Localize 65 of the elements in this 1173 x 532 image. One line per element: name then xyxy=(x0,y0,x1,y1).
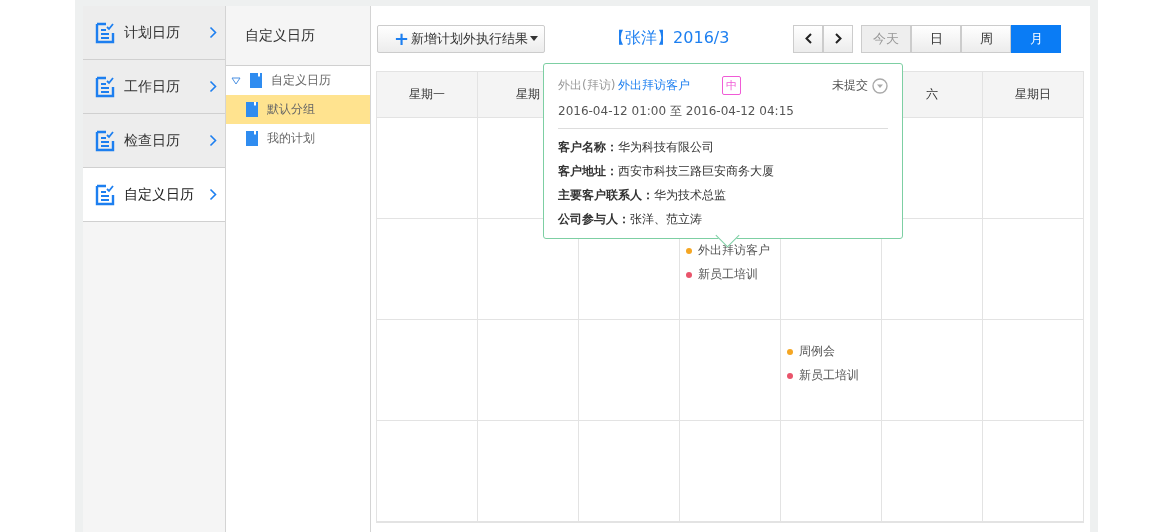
checklist-icon xyxy=(95,183,115,206)
caret-icon xyxy=(530,36,539,41)
calendar-title: 【张洋】2016/3 xyxy=(609,28,731,49)
chevron-left-icon xyxy=(804,33,812,44)
chevron-right-icon xyxy=(834,33,842,44)
calendar-day-cell[interactable] xyxy=(377,118,478,219)
checklist-icon xyxy=(95,75,115,98)
tree-item[interactable]: 自定义日历 xyxy=(226,66,370,95)
calendar-day-cell[interactable] xyxy=(579,421,680,522)
nav-item[interactable]: 检查日历 xyxy=(83,114,225,168)
calendar-day-cell[interactable] xyxy=(983,320,1084,421)
event-title[interactable]: 外出拜访客户 xyxy=(698,242,770,259)
book-icon xyxy=(250,73,262,88)
chevron-right-icon xyxy=(209,134,217,147)
calendar-day-cell[interactable] xyxy=(579,320,680,421)
event-time: 2016-04-12 01:00 至 2016-04-12 04:15 xyxy=(558,103,888,129)
calendar-day-cell[interactable] xyxy=(882,320,983,421)
view-tab[interactable]: 周 xyxy=(961,24,1012,53)
calendar-day-cell[interactable] xyxy=(983,421,1084,522)
calendar-day-cell[interactable] xyxy=(983,118,1084,219)
tree-title: 自定义日历 xyxy=(226,6,370,66)
tree-item[interactable]: 我的计划 xyxy=(226,124,370,153)
previous-button[interactable] xyxy=(793,24,824,53)
calendar-day-cell[interactable] xyxy=(882,421,983,522)
expand-triangle-icon[interactable] xyxy=(231,76,241,85)
view-tab[interactable]: 日 xyxy=(911,24,962,53)
dropdown-circle-icon[interactable] xyxy=(872,77,888,94)
calendar-day-cell[interactable] xyxy=(781,421,882,522)
weekday-header: 星期日 xyxy=(983,72,1084,118)
weekday-header: 星期一 xyxy=(377,72,478,118)
chevron-right-icon xyxy=(209,26,217,39)
event-title[interactable]: 周例会 xyxy=(799,343,835,360)
checklist-icon xyxy=(95,21,115,44)
calendar-day-cell[interactable] xyxy=(377,320,478,421)
calendar-day-cell[interactable] xyxy=(478,421,579,522)
book-icon xyxy=(246,102,258,117)
book-icon xyxy=(246,131,258,146)
detail-line: 主要客户联系人：华为技术总监 xyxy=(558,187,727,204)
calendar-day-cell[interactable] xyxy=(478,320,579,421)
status-label: 未提交 xyxy=(832,77,868,94)
checklist-icon xyxy=(95,129,115,152)
event-title[interactable]: 新员工培训 xyxy=(799,367,859,384)
calendar-day-cell[interactable] xyxy=(377,421,478,522)
nav-item[interactable]: 工作日历 xyxy=(83,60,225,114)
view-tab[interactable]: 月 xyxy=(1011,24,1062,53)
add-result-button[interactable]: +新增计划外执行结果 xyxy=(377,24,546,53)
calendar-day-cell[interactable] xyxy=(377,219,478,320)
calendar-day-cell[interactable] xyxy=(680,421,781,522)
detail-line: 客户名称：华为科技有限公司 xyxy=(558,139,715,156)
tree-item-label: 默认分组 xyxy=(267,101,315,118)
event-link[interactable]: 外出拜访客户 xyxy=(618,77,691,94)
next-button[interactable] xyxy=(823,24,854,53)
chevron-right-icon xyxy=(209,80,217,93)
priority-badge: 中 xyxy=(722,76,742,95)
tree-item[interactable]: 默认分组 xyxy=(226,95,370,124)
nav-item[interactable]: 自定义日历 xyxy=(83,168,225,222)
calendar-day-cell[interactable] xyxy=(680,320,781,421)
detail-line: 客户地址：西安市科技三路巨安商务大厦 xyxy=(558,163,775,180)
tree-item-label: 自定义日历 xyxy=(271,72,331,89)
event-title[interactable]: 新员工培训 xyxy=(698,266,758,283)
tree-item-label: 我的计划 xyxy=(267,130,315,147)
calendar-day-cell[interactable] xyxy=(983,219,1084,320)
chevron-right-icon xyxy=(209,188,217,201)
calendar-day-cell[interactable]: 周例会 新员工培训 xyxy=(781,320,882,421)
nav-item[interactable]: 计划日历 xyxy=(83,6,225,60)
